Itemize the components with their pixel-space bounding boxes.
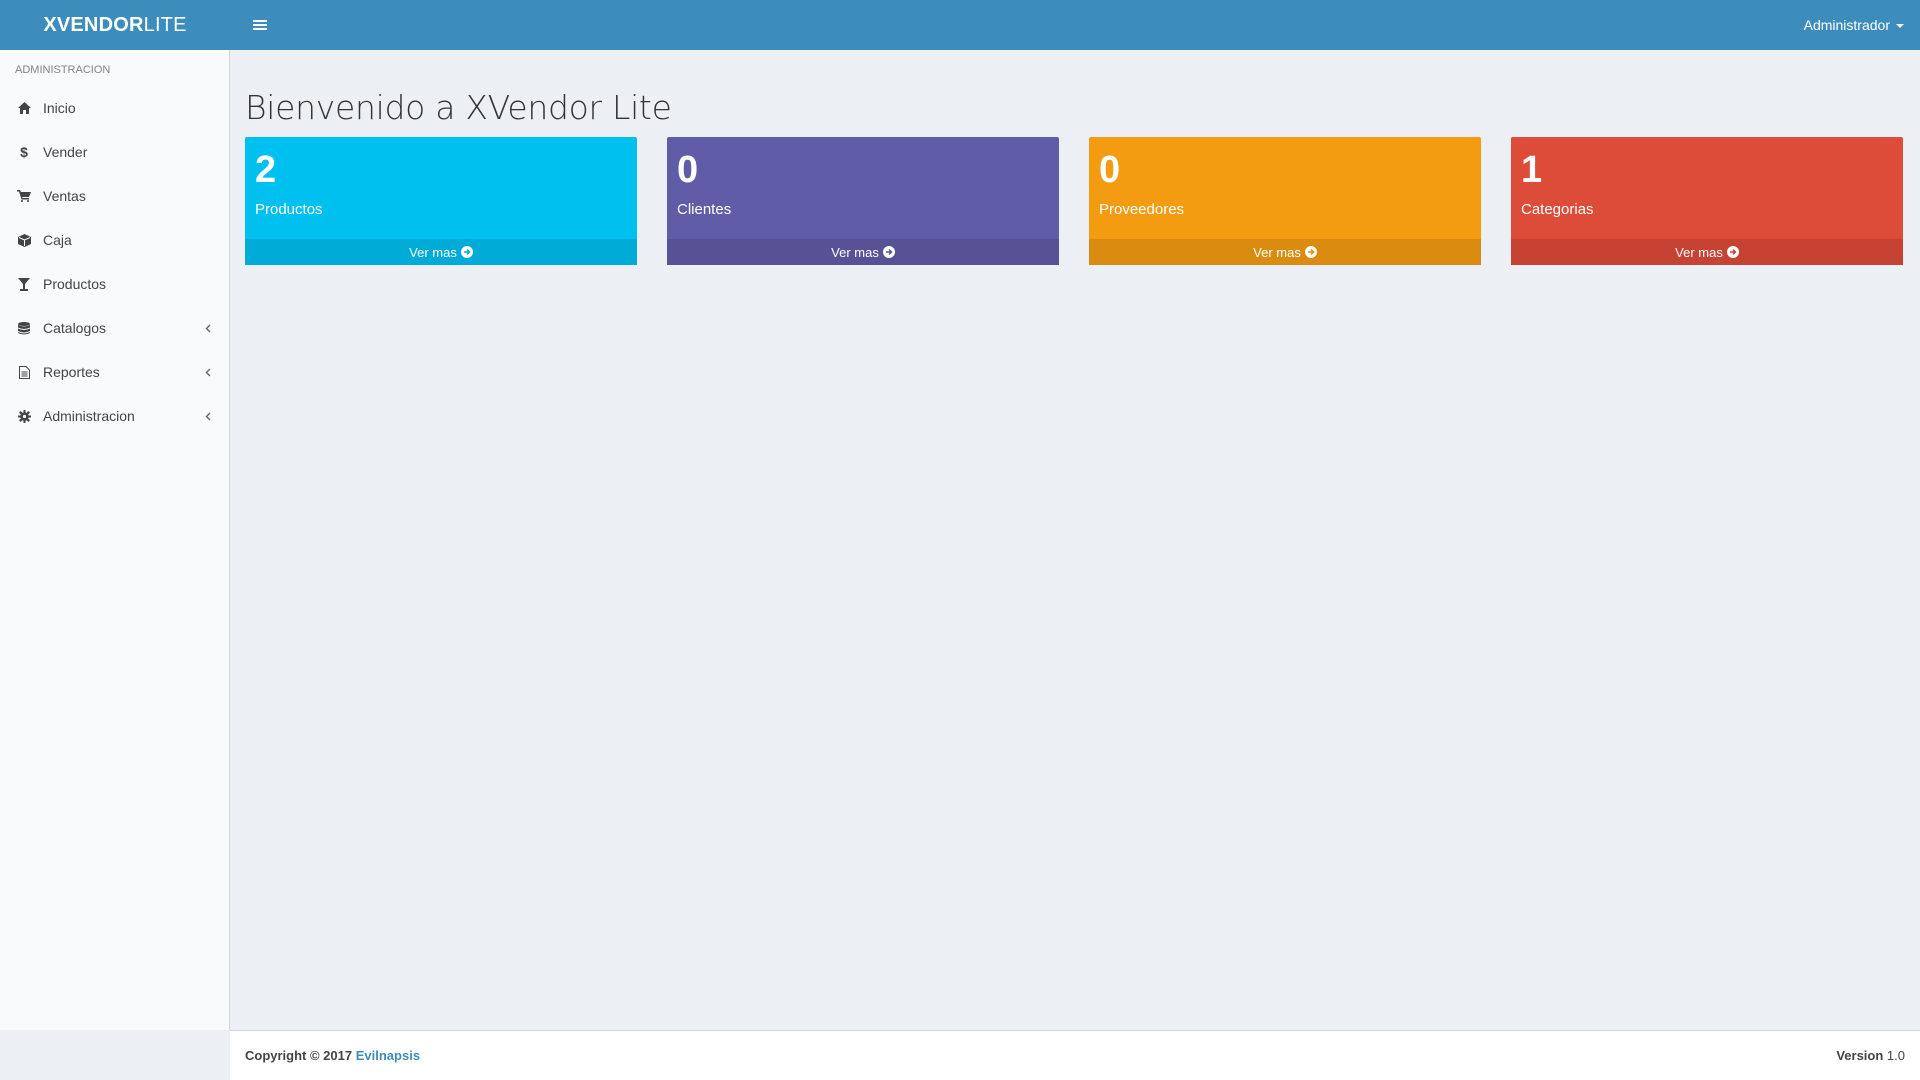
ver-mas-label: Ver mas [1253,244,1301,260]
chevron-left-icon [202,322,214,334]
arrow-circle-right-icon [1726,246,1739,258]
sidebar-item-inicio[interactable]: Inicio [0,86,229,130]
hamburger-icon [253,20,267,30]
sidebar-toggle-button[interactable] [238,0,282,50]
stat-box-inner: 1 Categorias [1511,137,1903,239]
stat-box-inner: 2 Productos [245,137,637,239]
stat-label: Clientes [677,201,732,218]
arrow-circle-right-icon [882,246,895,258]
version-label: Version [1836,1048,1884,1063]
stat-box-inner: 0 Proveedores [1089,137,1481,239]
sidebar-item-ventas[interactable]: Ventas [0,174,229,218]
file-icon [17,365,31,379]
stat-box-inner: 0 Clientes [667,137,1059,239]
home-icon [17,101,31,115]
page-footer: Copyright © 2017 Evilnapsis Version 1.0 [230,1030,1920,1080]
caret-down-icon [1896,24,1904,28]
copyright-text: Copyright © 2017 [245,1048,353,1063]
ver-mas-categorias-link[interactable]: Ver mas [1511,239,1903,265]
sidebar-item-productos[interactable]: Productos [0,262,229,306]
version-info: Version 1.0 [1836,1048,1905,1063]
sidebar-item-reportes[interactable]: Reportes [0,350,229,394]
sidebar-item-label: Vender [43,144,88,160]
ver-mas-clientes-link[interactable]: Ver mas [667,239,1059,265]
ver-mas-productos-link[interactable]: Ver mas [245,239,637,265]
stat-count: 0 [677,149,699,191]
stat-boxes: 2 Productos Ver mas 0 Clientes Ver mas 0… [245,137,1905,265]
cube-icon [17,233,31,247]
sidebar-item-label: Productos [43,276,107,292]
stat-label: Proveedores [1099,201,1185,218]
gear-icon [17,409,31,423]
stat-count: 0 [1099,149,1121,191]
version-value: 1.0 [1886,1048,1905,1063]
stat-box-clientes: 0 Clientes Ver mas [667,137,1059,265]
chevron-left-icon [202,366,214,378]
sidebar-item-vender[interactable]: $ Vender [0,130,229,174]
sidebar-item-label: Inicio [43,100,76,116]
chevron-left-icon [202,410,214,422]
logo-light-text: LITE [143,13,187,36]
page-title: Bienvenido a XVendor Lite [245,88,672,127]
user-menu-dropdown[interactable]: Administrador [1804,17,1904,33]
stat-label: Categorias [1521,201,1594,218]
sidebar-item-label: Administracion [43,408,135,424]
sidebar-item-label: Caja [43,232,72,248]
logo[interactable]: XVENDOR LITE [0,0,230,50]
sidebar-item-label: Ventas [43,188,86,204]
arrow-circle-right-icon [1304,246,1317,258]
sidebar-item-administracion[interactable]: Administracion [0,394,229,438]
dollar-icon: $ [20,144,28,160]
database-icon [17,321,31,335]
stat-box-categorias: 1 Categorias Ver mas [1511,137,1903,265]
logo-bold-text: XVENDOR [43,13,144,36]
sidebar-item-caja[interactable]: Caja [0,218,229,262]
top-header: XVENDOR LITE Administrador [0,0,1920,50]
arrow-circle-right-icon [460,246,473,258]
user-name-label: Administrador [1803,17,1890,33]
glass-icon [17,277,31,291]
cart-icon [17,189,31,203]
ver-mas-label: Ver mas [831,244,879,260]
stat-label: Productos [255,201,323,218]
stat-box-productos: 2 Productos Ver mas [245,137,637,265]
stat-box-proveedores: 0 Proveedores Ver mas [1089,137,1481,265]
stat-count: 2 [255,149,277,191]
sidebar-section-title: ADMINISTRACION [15,64,111,76]
stat-count: 1 [1521,149,1543,191]
main-content: Bienvenido a XVendor Lite 2 Productos Ve… [230,50,1920,1030]
sidebar: ADMINISTRACION Inicio $ Vender Ventas Ca… [0,50,230,1030]
ver-mas-label: Ver mas [1675,244,1723,260]
company-link[interactable]: Evilnapsis [356,1048,420,1063]
ver-mas-proveedores-link[interactable]: Ver mas [1089,239,1481,265]
sidebar-item-label: Catalogos [43,320,107,336]
sidebar-item-catalogos[interactable]: Catalogos [0,306,229,350]
ver-mas-label: Ver mas [409,244,457,260]
sidebar-item-label: Reportes [43,364,100,380]
